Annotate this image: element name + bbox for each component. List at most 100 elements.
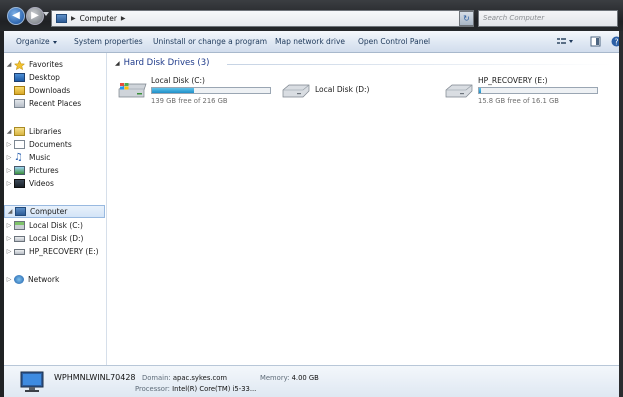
nav-item-hp-recovery[interactable]: ▷ HP_RECOVERY (E:) [4, 245, 115, 258]
music-icon: ♫ [14, 152, 23, 163]
recent-pages-dropdown[interactable] [43, 12, 49, 16]
collapse-arrow-icon[interactable]: ▷ [6, 141, 12, 148]
drive-name: Local Disk (C:) [151, 76, 205, 85]
system-properties-button[interactable]: System properties [74, 37, 143, 46]
capacity-bar-fill [152, 88, 195, 93]
collapse-arrow-icon[interactable]: ▷ [6, 222, 12, 229]
nav-item-label: Downloads [29, 86, 71, 95]
expand-arrow-icon[interactable]: ◢ [4, 128, 14, 135]
hard-drive-icon [281, 82, 311, 100]
collapse-arrow-icon[interactable]: ▷ [4, 276, 14, 283]
videos-icon [14, 179, 25, 188]
nav-item-label: Documents [29, 140, 72, 149]
forward-button[interactable]: ▶ [26, 7, 44, 25]
address-bar[interactable]: ▶ Computer ▶ [51, 10, 474, 27]
nav-libraries-label: Libraries [29, 127, 62, 136]
nav-item-downloads[interactable]: Downloads [4, 84, 115, 97]
nav-item-local-disk-c[interactable]: ▷ Local Disk (C:) [4, 219, 115, 232]
nav-item-label: Desktop [29, 73, 60, 82]
nav-favorites[interactable]: ◢ Favorites [4, 58, 105, 71]
desktop-icon [14, 73, 25, 82]
hard-drive-icon [444, 82, 474, 100]
drive-hp-recovery[interactable]: HP_RECOVERY (E:) 15.8 GB free of 16.1 GB [444, 74, 604, 110]
breadcrumb-separator-icon[interactable]: ▶ [71, 15, 76, 22]
nav-item-music[interactable]: ▷ ♫ Music [4, 151, 115, 164]
drive-c-icon [14, 221, 25, 230]
change-view-button[interactable] [556, 36, 574, 47]
organize-label: Organize [16, 37, 50, 46]
uninstall-program-button[interactable]: Uninstall or change a program [153, 37, 267, 46]
collapse-arrow-icon[interactable]: ▷ [6, 248, 12, 255]
nav-item-label: Music [29, 153, 51, 162]
window-edge [619, 31, 623, 397]
preview-pane-button[interactable] [590, 36, 601, 47]
drive-d-icon [14, 235, 25, 242]
nav-libraries[interactable]: ◢ Libraries [4, 125, 105, 138]
breadcrumb-chevron-icon[interactable]: ▶ [121, 15, 126, 22]
processor-row: Processor: Intel(R) Core(TM) i5-33... [135, 385, 256, 393]
collapse-arrow-icon[interactable]: ▷ [6, 180, 12, 187]
computer-name: WPHMNLWINL70428 [54, 373, 136, 382]
svg-text:?: ? [614, 37, 618, 46]
hard-disk-drives-header[interactable]: ◢ Hard Disk Drives (3) [115, 58, 209, 68]
nav-computer[interactable]: ◢ Computer [4, 205, 105, 218]
collapse-arrow-icon[interactable]: ▷ [6, 154, 12, 161]
views-icon [557, 38, 573, 44]
capacity-bar-fill [479, 88, 482, 93]
pictures-icon [14, 166, 25, 175]
libraries-icon [14, 127, 25, 136]
collapse-group-icon[interactable]: ◢ [115, 60, 120, 67]
preview-pane-icon [590, 36, 601, 47]
breadcrumb-computer[interactable]: Computer [80, 14, 117, 23]
drive-name: Local Disk (D:) [315, 85, 370, 94]
processor-value: Intel(R) Core(TM) i5-33... [172, 385, 257, 393]
domain-value: apac.sykes.com [172, 374, 228, 382]
drive-name: HP_RECOVERY (E:) [478, 76, 548, 85]
nav-item-recent-places[interactable]: Recent Places [4, 97, 115, 110]
nav-item-label: Local Disk (D:) [29, 234, 84, 243]
nav-computer-label: Computer [30, 207, 68, 216]
group-title: Hard Disk Drives (3) [123, 58, 210, 68]
nav-item-label: HP_RECOVERY (E:) [29, 247, 99, 256]
recent-places-icon [14, 99, 25, 108]
memory-row: Memory: 4.00 GB [260, 374, 319, 382]
refresh-button[interactable]: ↻ [459, 11, 474, 26]
drive-free-space: 139 GB free of 216 GB [151, 97, 228, 105]
nav-item-documents[interactable]: ▷ Documents [4, 138, 115, 151]
nav-item-label: Pictures [29, 166, 59, 175]
nav-network-label: Network [28, 275, 60, 284]
downloads-icon [14, 86, 25, 95]
open-control-panel-button[interactable]: Open Control Panel [358, 37, 430, 46]
content-pane: ◢ Hard Disk Drives (3) Local Disk (C:) 1… [107, 53, 623, 365]
network-icon [14, 275, 24, 284]
nav-item-label: Videos [29, 179, 54, 188]
nav-item-videos[interactable]: ▷ Videos [4, 177, 115, 190]
windows-drive-icon [117, 82, 147, 100]
back-button[interactable]: ◀ [7, 7, 25, 25]
details-pane: WPHMNLWINL70428 Domain: apac.sykes.com M… [4, 365, 623, 397]
drive-local-disk-d[interactable]: Local Disk (D:) [281, 74, 391, 110]
nav-network[interactable]: ▷ Network [4, 273, 105, 286]
drive-local-disk-c[interactable]: Local Disk (C:) 139 GB free of 216 GB [117, 74, 277, 110]
group-divider [227, 64, 612, 65]
nav-item-label: Local Disk (C:) [29, 221, 83, 230]
capacity-bar [151, 87, 271, 94]
nav-item-pictures[interactable]: ▷ Pictures [4, 164, 115, 177]
search-input[interactable]: Search Computer [478, 10, 618, 27]
computer-icon [56, 14, 67, 23]
collapse-arrow-icon[interactable]: ▷ [6, 167, 12, 174]
expand-arrow-icon[interactable]: ◢ [4, 61, 14, 68]
title-bar: ◀ ▶ ▶ Computer ▶ ↻ Search Computer [0, 0, 623, 31]
memory-label: Memory: [260, 374, 290, 382]
map-network-drive-button[interactable]: Map network drive [275, 37, 345, 46]
expand-arrow-icon[interactable]: ◢ [5, 208, 15, 215]
nav-item-local-disk-d[interactable]: ▷ Local Disk (D:) [4, 232, 115, 245]
memory-value: 4.00 GB [291, 374, 319, 382]
documents-icon [14, 140, 25, 149]
nav-item-desktop[interactable]: Desktop [4, 71, 115, 84]
star-icon [13, 59, 26, 71]
capacity-bar [478, 87, 598, 94]
drive-free-space: 15.8 GB free of 16.1 GB [478, 97, 559, 105]
collapse-arrow-icon[interactable]: ▷ [6, 235, 12, 242]
organize-button[interactable]: Organize [16, 37, 57, 46]
